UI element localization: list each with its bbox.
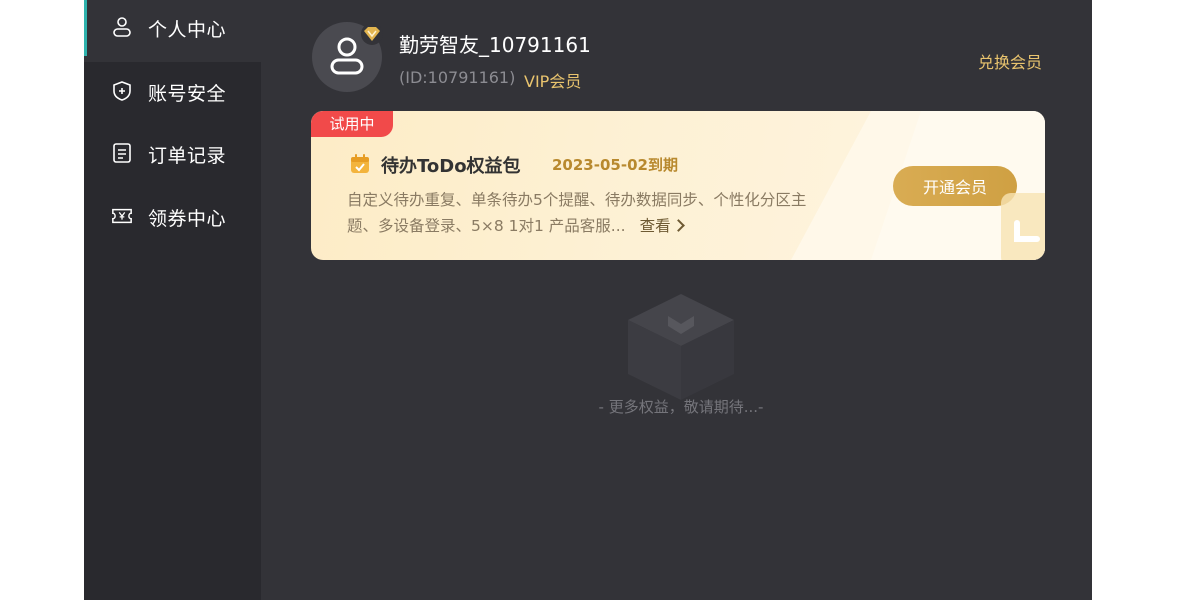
- shield-icon: [111, 80, 133, 102]
- sidebar: 个人中心 账号安全 订单记录 领券中心: [84, 0, 261, 600]
- empty-state-text: - 更多权益，敬请期待...-: [598, 398, 764, 416]
- sidebar-item-label: 账号安全: [148, 83, 227, 105]
- sidebar-item-order-records[interactable]: 订单记录: [84, 122, 261, 184]
- vip-tag: VIP会员: [524, 72, 582, 91]
- user-id: (ID:10791161): [399, 68, 516, 87]
- view-details-label: 查看: [639, 217, 671, 235]
- sidebar-item-label: 个人中心: [148, 19, 227, 41]
- sidebar-item-account-security[interactable]: 账号安全: [84, 60, 261, 122]
- sidebar-item-label: 领券中心: [148, 208, 227, 230]
- user-icon: [111, 16, 133, 38]
- sidebar-item-personal-center[interactable]: 个人中心: [84, 0, 261, 62]
- view-details-link[interactable]: 查看: [639, 217, 685, 235]
- checkmark-decoration-icon: [1001, 193, 1045, 260]
- username: 勤劳智友_10791161: [399, 33, 591, 57]
- package-title: 待办ToDo权益包: [381, 156, 521, 177]
- package-expire-date: 2023-05-02到期: [552, 156, 678, 174]
- redeem-membership-link[interactable]: 兑换会员: [978, 49, 1042, 73]
- package-description: 自定义待办重复、单条待办5个提醒、待办数据同步、个性化分区主题、多设备登录、5×…: [347, 187, 837, 239]
- calendar-check-icon: [351, 154, 369, 173]
- trial-badge: 试用中: [311, 111, 393, 137]
- chevron-right-icon: [671, 219, 685, 232]
- benefit-card: 试用中 待办ToDo权益包 2023-05-02到期 自定义待办重复、单条待办5…: [311, 111, 1045, 260]
- sidebar-item-coupon-center[interactable]: 领券中心: [84, 185, 261, 247]
- order-list-icon: [111, 142, 133, 164]
- membership-window: 个人中心 账号安全 订单记录 领券中心 勤劳智友_10791161 (ID:10…: [84, 0, 1092, 600]
- package-description-text: 自定义待办重复、单条待办5个提醒、待办数据同步、个性化分区主题、多设备登录、5×…: [347, 191, 807, 235]
- empty-box-icon: [628, 294, 734, 400]
- coupon-icon: [111, 205, 133, 227]
- vip-diamond-icon: [361, 23, 383, 45]
- sidebar-item-label: 订单记录: [148, 145, 227, 167]
